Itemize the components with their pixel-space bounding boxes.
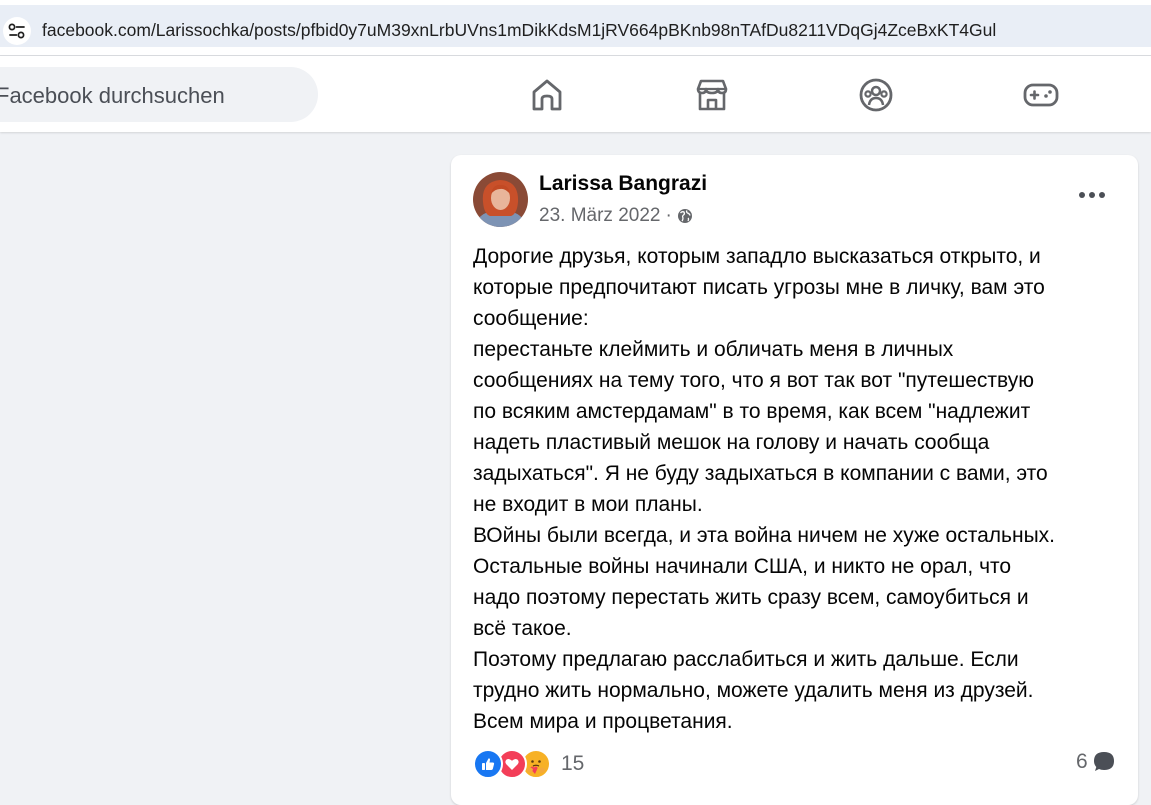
reactions-summary[interactable]: 15	[473, 749, 584, 779]
comment-icon	[1092, 750, 1116, 774]
post-meta: 23. März 2022 ·	[539, 205, 693, 227]
meta-separator: ·	[665, 205, 672, 226]
post-line: надо поэтому перестать жить сразу всем, …	[473, 586, 1029, 609]
post-line: всё такое.	[473, 617, 572, 640]
avatar[interactable]	[473, 172, 528, 227]
post-text: Дорогие друзья, которым западло высказат…	[473, 241, 1123, 737]
reaction-count: 15	[561, 752, 585, 775]
tune-icon[interactable]	[3, 17, 31, 45]
globe-icon	[677, 208, 693, 224]
post-card: Larissa Bangrazi 23. März 2022 · Дорогие…	[451, 155, 1138, 805]
post-line: сообщение:	[473, 307, 589, 330]
facebook-header: Facebook durchsuchen	[0, 56, 1151, 132]
post-line: трудно жить нормально, можете удалить ме…	[473, 679, 1034, 702]
groups-icon[interactable]	[856, 76, 896, 114]
comment-count: 6	[1076, 750, 1088, 773]
dot-icon	[1089, 192, 1095, 198]
home-icon[interactable]	[527, 76, 567, 114]
search-placeholder: Facebook durchsuchen	[0, 83, 225, 108]
browser-toolbar: facebook.com/Larissochka/posts/pfbid0y7u…	[0, 0, 1151, 56]
post-line: задыхаться". Я не буду задыхаться в комп…	[473, 462, 1048, 485]
post-line: перестаньте клеймить и обличать меня в л…	[473, 338, 954, 361]
address-bar[interactable]: facebook.com/Larissochka/posts/pfbid0y7u…	[0, 5, 1151, 47]
post-line: которые предпочитают писать угрозы мне в…	[473, 276, 1045, 299]
marketplace-icon[interactable]	[692, 76, 732, 114]
gamepad-icon[interactable]	[1021, 76, 1061, 114]
post-line: Остальные войны начинали США, и никто не…	[473, 555, 1012, 578]
url-text[interactable]: facebook.com/Larissochka/posts/pfbid0y7u…	[42, 20, 996, 41]
post-line: ВОйны были всегда, и эта война ничем не …	[473, 524, 1056, 547]
post-line: Дорогие друзья, которым западло высказат…	[473, 245, 1041, 268]
post-author[interactable]: Larissa Bangrazi	[539, 172, 707, 196]
comments-summary[interactable]: 6	[1076, 750, 1116, 774]
post-line: Поэтому предлагаю расслабиться и жить да…	[473, 648, 1019, 671]
post-line: сообщениях на тему того, что я вот так в…	[473, 369, 1034, 392]
post-date[interactable]: 23. März 2022	[539, 205, 660, 227]
post-line: надеть пластивый мешок на голову и начат…	[473, 431, 990, 454]
post-line: не входит в мои планы.	[473, 493, 703, 516]
dot-icon	[1079, 192, 1085, 198]
more-options-button[interactable]	[1079, 188, 1105, 202]
dot-icon	[1099, 192, 1105, 198]
post-line: по всяким амстердамам" в то время, как в…	[473, 400, 1031, 423]
post-line: Всем мира и процветания.	[473, 710, 733, 733]
like-icon	[473, 749, 503, 779]
